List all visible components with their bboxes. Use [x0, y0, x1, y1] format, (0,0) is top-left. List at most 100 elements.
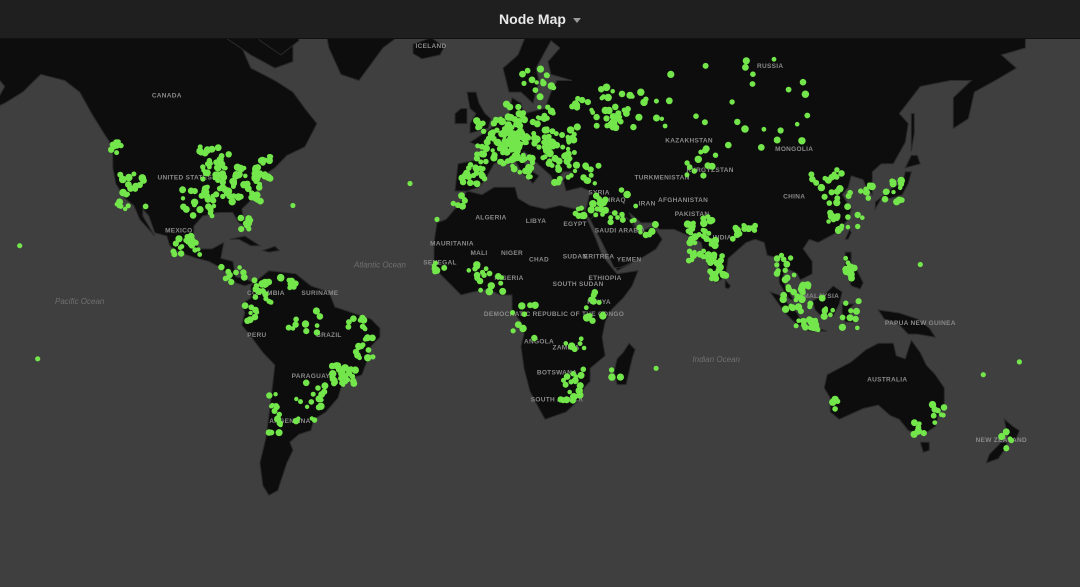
world-map[interactable]: CANADAUNITED STATESMEXICOCOLOMBIASURINAM…	[0, 39, 1080, 587]
node-marker[interactable]	[183, 237, 189, 243]
node-marker[interactable]	[615, 215, 620, 220]
node-marker[interactable]	[273, 392, 278, 397]
node-marker[interactable]	[701, 248, 706, 254]
node-marker[interactable]	[228, 278, 235, 286]
node-marker[interactable]	[497, 158, 503, 165]
node-marker[interactable]	[203, 192, 211, 200]
node-marker[interactable]	[931, 406, 938, 413]
node-marker[interactable]	[302, 379, 310, 387]
node-marker[interactable]	[243, 173, 248, 179]
node-marker[interactable]	[550, 110, 556, 116]
node-marker[interactable]	[536, 144, 542, 150]
node-marker[interactable]	[783, 260, 791, 268]
node-marker[interactable]	[342, 378, 349, 385]
node-marker[interactable]	[563, 396, 571, 404]
node-marker[interactable]	[270, 402, 275, 408]
node-marker[interactable]	[290, 326, 296, 331]
node-marker[interactable]	[252, 285, 260, 293]
node-marker[interactable]	[263, 296, 269, 302]
node-marker[interactable]	[278, 276, 284, 282]
node-marker[interactable]	[785, 284, 792, 290]
node-marker[interactable]	[559, 132, 566, 138]
node-marker[interactable]	[778, 252, 785, 258]
node-marker[interactable]	[708, 241, 714, 247]
node-marker[interactable]	[476, 123, 483, 130]
node-marker[interactable]	[200, 176, 206, 182]
node-marker[interactable]	[483, 266, 489, 272]
node-marker[interactable]	[1002, 428, 1010, 436]
node-marker[interactable]	[590, 297, 597, 305]
node-marker[interactable]	[607, 219, 614, 226]
panel-title[interactable]: Node Map	[499, 11, 566, 27]
node-marker[interactable]	[346, 319, 352, 325]
node-marker[interactable]	[485, 287, 494, 296]
node-marker[interactable]	[687, 221, 695, 229]
node-marker[interactable]	[201, 167, 206, 173]
node-marker[interactable]	[863, 189, 870, 196]
node-marker[interactable]	[712, 152, 719, 158]
node-marker[interactable]	[274, 404, 280, 410]
node-marker[interactable]	[132, 182, 140, 190]
node-marker[interactable]	[275, 429, 283, 437]
node-marker[interactable]	[251, 277, 258, 284]
node-marker[interactable]	[189, 212, 197, 219]
node-marker[interactable]	[709, 275, 715, 282]
node-marker[interactable]	[600, 311, 606, 317]
node-marker[interactable]	[241, 302, 249, 309]
node-marker[interactable]	[285, 324, 292, 331]
node-marker[interactable]	[521, 80, 527, 86]
node-marker[interactable]	[329, 375, 337, 383]
node-marker[interactable]	[848, 308, 854, 314]
node-marker[interactable]	[835, 226, 842, 233]
node-marker[interactable]	[266, 153, 273, 160]
node-marker[interactable]	[562, 152, 568, 157]
node-marker[interactable]	[617, 118, 624, 125]
node-marker[interactable]	[360, 316, 368, 324]
node-marker[interactable]	[630, 123, 637, 131]
node-marker[interactable]	[798, 137, 806, 145]
node-marker[interactable]	[608, 367, 615, 373]
node-marker[interactable]	[608, 373, 616, 381]
node-marker[interactable]	[700, 227, 706, 233]
caret-down-icon[interactable]	[572, 17, 581, 23]
node-marker[interactable]	[251, 174, 258, 181]
node-marker[interactable]	[777, 127, 784, 134]
node-marker[interactable]	[276, 411, 282, 418]
node-marker[interactable]	[577, 341, 583, 346]
node-marker[interactable]	[547, 82, 555, 90]
node-marker[interactable]	[855, 325, 860, 331]
node-marker[interactable]	[623, 190, 631, 199]
node-marker[interactable]	[206, 157, 213, 164]
node-marker[interactable]	[472, 165, 480, 173]
node-marker[interactable]	[257, 197, 264, 205]
node-marker[interactable]	[196, 247, 201, 252]
node-marker[interactable]	[528, 154, 536, 162]
node-marker[interactable]	[577, 371, 585, 379]
node-marker[interactable]	[567, 389, 572, 395]
node-marker[interactable]	[613, 113, 620, 119]
node-marker[interactable]	[828, 312, 833, 318]
node-marker[interactable]	[836, 213, 841, 218]
node-marker[interactable]	[242, 220, 249, 227]
node-marker[interactable]	[268, 299, 274, 305]
node-marker[interactable]	[773, 136, 781, 144]
node-marker[interactable]	[197, 144, 203, 150]
node-marker[interactable]	[537, 115, 542, 121]
node-marker[interactable]	[290, 202, 296, 209]
node-marker[interactable]	[821, 193, 828, 200]
node-marker[interactable]	[702, 62, 709, 69]
node-marker[interactable]	[240, 269, 247, 276]
node-marker[interactable]	[515, 110, 523, 118]
node-marker[interactable]	[813, 179, 820, 186]
node-marker[interactable]	[142, 203, 149, 210]
node-marker[interactable]	[486, 270, 493, 277]
node-marker[interactable]	[688, 235, 695, 243]
node-marker[interactable]	[287, 285, 293, 291]
node-marker[interactable]	[565, 146, 571, 152]
node-marker[interactable]	[915, 424, 922, 431]
node-marker[interactable]	[846, 314, 854, 322]
node-marker[interactable]	[507, 114, 515, 121]
node-marker[interactable]	[502, 160, 507, 166]
node-marker[interactable]	[531, 334, 538, 342]
node-marker[interactable]	[498, 280, 504, 286]
